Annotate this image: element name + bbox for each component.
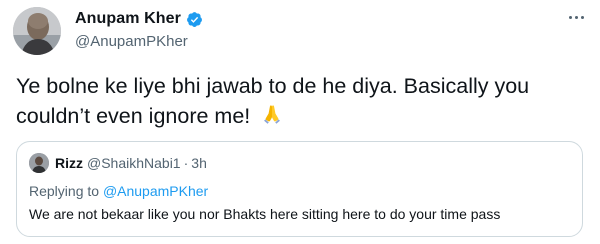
author-name-row: Anupam Kher — [75, 10, 203, 28]
quoted-author-avatar[interactable] — [29, 153, 49, 173]
author-avatar[interactable] — [13, 7, 61, 55]
replying-to-label: Replying to — [29, 183, 100, 199]
quoted-separator: · — [183, 155, 189, 171]
more-options-icon[interactable] — [569, 16, 584, 19]
quoted-author-handle[interactable]: @ShaikhNabi1 — [87, 155, 181, 171]
quoted-author-name[interactable]: Rizz — [55, 155, 83, 171]
quoted-tweet[interactable]: Rizz @ShaikhNabi1 · 3h Replying to @Anup… — [16, 141, 583, 237]
quoted-header: Rizz @ShaikhNabi1 · 3h — [55, 155, 207, 171]
quoted-timestamp[interactable]: 3h — [191, 155, 207, 171]
author-handle[interactable]: @AnupamPKher — [75, 33, 188, 50]
verified-badge-icon — [186, 11, 203, 28]
replying-to-handle[interactable]: @AnupamPKher — [103, 183, 208, 199]
author-avatar-image — [13, 7, 61, 55]
replying-to: Replying to @AnupamPKher — [29, 183, 208, 199]
quoted-author-avatar-image — [29, 153, 49, 173]
quoted-tweet-text: We are not bekaar like you nor Bhakts he… — [29, 206, 501, 222]
author-name[interactable]: Anupam Kher — [75, 10, 181, 28]
tweet-body: Ye bolne ke liye bhi jawab to de he diya… — [16, 71, 576, 134]
folded-hands-icon — [260, 102, 284, 134]
